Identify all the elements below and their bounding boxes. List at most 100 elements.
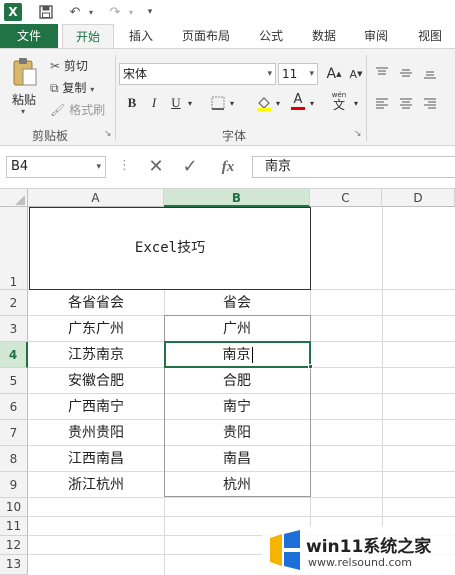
font-group-label: 字体	[222, 129, 247, 143]
chevron-down-icon[interactable]: ▾	[126, 2, 136, 22]
ribbon-tabs: 文件 开始 插入 页面布局 公式 数据 审阅 视图	[0, 24, 455, 49]
row-header-11[interactable]: 11	[0, 517, 28, 536]
row-header-3[interactable]: 3	[0, 316, 28, 342]
tab-data[interactable]: 数据	[304, 24, 344, 48]
underline-button[interactable]: U	[166, 93, 186, 113]
formula-input[interactable]: 南京	[252, 156, 455, 178]
row-header-1[interactable]: 1	[0, 207, 28, 290]
customize-qat-icon[interactable]: ▾	[144, 2, 156, 22]
chevron-down-icon[interactable]: ▾	[272, 93, 284, 113]
cell-a8[interactable]: 江西南昌	[28, 446, 164, 472]
select-all-corner[interactable]	[0, 189, 28, 207]
align-top-icon[interactable]	[372, 63, 392, 83]
insert-function-button[interactable]: fx	[216, 156, 240, 178]
column-header-c[interactable]: C	[310, 189, 382, 207]
italic-button[interactable]: I	[144, 93, 164, 113]
tab-insert[interactable]: 插入	[120, 24, 162, 48]
chevron-down-icon: ▾	[309, 69, 314, 79]
watermark-url: www.relsound.com	[308, 556, 412, 569]
row-header-2[interactable]: 2	[0, 290, 28, 316]
font-color-button[interactable]: A	[288, 91, 308, 111]
font-color-swatch	[291, 106, 305, 110]
name-box[interactable]: B4 ▾	[6, 156, 106, 178]
cell-b7[interactable]: 贵阳	[164, 420, 310, 446]
align-center-icon[interactable]	[396, 93, 416, 113]
dialog-launcher-icon[interactable]: ↘	[354, 129, 362, 139]
chevron-down-icon[interactable]: ▾	[350, 93, 362, 113]
cell-a9[interactable]: 浙江杭州	[28, 472, 164, 498]
gridline	[382, 207, 383, 575]
align-middle-icon[interactable]	[396, 63, 416, 83]
phonetic-button[interactable]: wén 文	[326, 91, 352, 112]
row-header-5[interactable]: 5	[0, 368, 28, 394]
chevron-down-icon[interactable]: ▾	[306, 93, 318, 113]
undo-icon[interactable]: ↶	[66, 2, 84, 22]
copy-label: 复制	[62, 81, 87, 95]
align-right-icon[interactable]	[420, 93, 440, 113]
paste-label: 粘贴	[12, 93, 37, 107]
copy-icon: ⧉	[50, 81, 59, 95]
row-header-13[interactable]: 13	[0, 555, 28, 575]
bold-button[interactable]: B	[122, 93, 142, 113]
cancel-icon[interactable]: ✕	[146, 156, 166, 178]
enter-icon[interactable]: ✓	[180, 156, 200, 178]
tab-page-layout[interactable]: 页面布局	[174, 24, 238, 48]
cell-b6[interactable]: 南宁	[164, 394, 310, 420]
cut-button[interactable]: ✂ 剪切	[50, 57, 88, 74]
paste-icon	[13, 58, 37, 86]
paste-button[interactable]: 粘贴 ▾	[8, 55, 42, 125]
cell-b5[interactable]: 合肥	[164, 368, 310, 394]
redo-icon[interactable]: ↷	[106, 2, 124, 22]
format-painter-button[interactable]: 🖌 格式刷	[50, 101, 105, 118]
borders-button[interactable]	[208, 93, 228, 113]
chevron-down-icon[interactable]: ▾	[226, 93, 238, 113]
cell-a6[interactable]: 广西南宁	[28, 394, 164, 420]
tab-file[interactable]: 文件	[0, 24, 58, 48]
font-size-select[interactable]: 11 ▾	[278, 63, 318, 85]
cell-b9[interactable]: 杭州	[164, 472, 310, 498]
save-icon[interactable]	[36, 2, 56, 22]
chevron-down-icon: ▾	[21, 107, 26, 116]
cell-b2[interactable]: 省会	[164, 290, 310, 316]
column-headers: A B C D	[0, 188, 455, 207]
tab-formulas[interactable]: 公式	[252, 24, 290, 48]
column-header-b[interactable]: B	[164, 189, 310, 207]
cell-b3[interactable]: 广州	[164, 316, 310, 342]
cell-a4[interactable]: 江苏南京	[28, 342, 164, 368]
chevron-down-icon[interactable]: ▾	[184, 93, 196, 113]
row-header-10[interactable]: 10	[0, 498, 28, 517]
cell-a2[interactable]: 各省省会	[28, 290, 164, 316]
copy-button[interactable]: ⧉ 复制 ▾	[50, 79, 94, 96]
align-left-icon[interactable]	[372, 93, 392, 113]
column-header-a[interactable]: A	[28, 189, 164, 207]
row-header-12[interactable]: 12	[0, 536, 28, 555]
dialog-launcher-icon[interactable]: ↘	[104, 129, 112, 139]
formula-bar: B4 ▾ ⋮ ✕ ✓ fx 南京	[0, 146, 455, 188]
font-name-select[interactable]: 宋体 ▾	[119, 63, 276, 85]
ribbon: 粘贴 ▾ ✂ 剪切 ⧉ 复制 ▾ 🖌 格式刷 剪贴板 ↘ 宋体 ▾ 11 ▾ A…	[0, 48, 455, 146]
tab-view[interactable]: 视图	[408, 24, 452, 48]
cell-b4-selected[interactable]: 南京	[164, 341, 311, 368]
scissors-icon: ✂	[50, 59, 61, 73]
align-bottom-icon[interactable]	[420, 63, 440, 83]
tab-home[interactable]: 开始	[62, 24, 114, 49]
row-header-7[interactable]: 7	[0, 420, 28, 446]
cell-a3[interactable]: 广东广州	[28, 316, 164, 342]
fill-color-button[interactable]	[254, 93, 274, 113]
shrink-font-button[interactable]: A ▼	[346, 64, 366, 84]
grow-font-button[interactable]: A ▲	[324, 64, 344, 84]
cell-a5[interactable]: 安徽合肥	[28, 368, 164, 394]
column-header-d[interactable]: D	[382, 189, 455, 207]
borders-icon	[211, 96, 225, 110]
row-header-8[interactable]: 8	[0, 446, 28, 472]
clipboard-group-label: 剪贴板	[32, 129, 69, 143]
cell-a7[interactable]: 贵州贵阳	[28, 420, 164, 446]
tab-review[interactable]: 审阅	[356, 24, 396, 48]
chevron-down-icon[interactable]: ▾	[86, 2, 96, 22]
row-header-6[interactable]: 6	[0, 394, 28, 420]
merged-title-cell[interactable]: Excel技巧	[29, 207, 311, 290]
more-options-icon: ⋮	[118, 158, 131, 173]
row-header-9[interactable]: 9	[0, 472, 28, 498]
row-header-4[interactable]: 4	[0, 342, 28, 368]
cell-b8[interactable]: 南昌	[164, 446, 310, 472]
